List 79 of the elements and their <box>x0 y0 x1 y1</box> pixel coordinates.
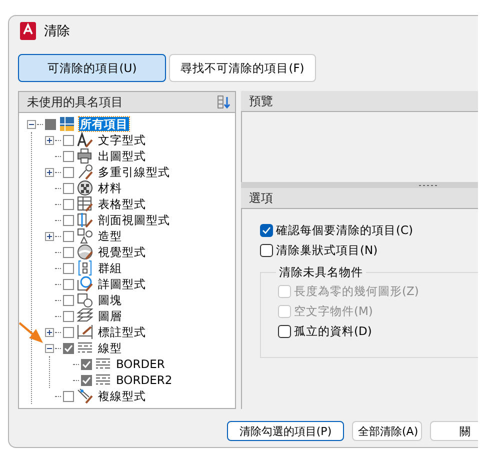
tree-checkbox[interactable] <box>81 374 92 386</box>
checkbox-label: 空文字物件(M) <box>294 304 373 319</box>
tree-checkbox[interactable] <box>63 198 74 210</box>
checkbox[interactable] <box>260 244 273 257</box>
section-view-icon <box>77 212 93 228</box>
expand-icon[interactable] <box>45 136 54 144</box>
sort-icon[interactable] <box>217 95 231 109</box>
tree-item[interactable]: BORDER2 <box>115 373 174 387</box>
tree-item[interactable]: 材料 <box>97 181 123 195</box>
grip-icon[interactable] <box>418 184 438 186</box>
shapes-icon <box>77 228 93 244</box>
window-title: 清除 <box>44 23 70 40</box>
multiline-icon <box>77 388 93 404</box>
tree-item[interactable]: BORDER <box>115 357 166 371</box>
checkbox-label: 長度為零的幾何圖形(Z) <box>294 284 419 299</box>
tab[interactable]: 可清除的項目(U) <box>18 54 166 82</box>
header-title: 選項 <box>249 190 273 206</box>
tree-checkbox[interactable] <box>45 118 56 130</box>
tree-checkbox[interactable] <box>63 390 74 402</box>
tree-checkbox[interactable] <box>63 214 74 226</box>
expand-icon[interactable] <box>45 168 54 176</box>
tree-checkbox[interactable] <box>63 150 74 162</box>
dialog-button[interactable]: 清除勾選的項目(P) <box>227 421 344 441</box>
checkbox-label: 清除巢狀式項目(N) <box>276 243 378 258</box>
tree-checkbox[interactable] <box>81 358 92 370</box>
header-title: 預覽 <box>249 92 273 110</box>
group-label: 清除未具名物件 <box>278 265 364 280</box>
tree-checkbox[interactable] <box>63 246 74 258</box>
tree-checkbox[interactable] <box>63 230 74 242</box>
header-title: 未使用的具名項目 <box>27 94 123 110</box>
tree-item[interactable]: 詳圖型式 <box>97 277 147 291</box>
app-icon <box>20 22 36 40</box>
group-icon <box>77 260 93 276</box>
tree-item[interactable]: 表格型式 <box>97 197 147 211</box>
visual-style-icon <box>77 244 93 260</box>
checkbox[interactable] <box>278 325 291 338</box>
tree-checkbox[interactable] <box>63 342 74 354</box>
checkbox[interactable] <box>260 224 273 237</box>
expand-icon[interactable] <box>45 232 54 240</box>
material-sphere-icon <box>77 180 93 196</box>
checkbox-label: 確認每個要清除的項目(C) <box>276 223 414 238</box>
tree-item[interactable]: 所有項目 <box>79 117 129 131</box>
detail-view-icon <box>77 276 93 292</box>
tree-item[interactable]: 群組 <box>97 261 123 275</box>
tree-item[interactable]: 文字型式 <box>97 133 147 147</box>
tree-item[interactable]: 多重引線型式 <box>97 165 171 179</box>
dialog-button[interactable]: 關 <box>430 421 478 441</box>
tree-item[interactable]: 標註型式 <box>97 325 147 339</box>
pointer-arrow <box>19 319 45 345</box>
tree-checkbox[interactable] <box>63 294 74 306</box>
tree-item[interactable]: 圖塊 <box>97 293 123 307</box>
tree-checkbox[interactable] <box>63 166 74 178</box>
tree-checkbox[interactable] <box>63 262 74 274</box>
text-style-icon <box>77 132 93 148</box>
tree-item[interactable]: 線型 <box>97 341 123 355</box>
tree-checkbox[interactable] <box>63 326 74 338</box>
block-icon <box>77 292 93 308</box>
checkbox-label: 孤立的資料(D) <box>294 324 372 339</box>
drawing-icon <box>59 116 75 132</box>
tree-item[interactable]: 圖層 <box>97 309 123 323</box>
printer-icon <box>77 148 93 164</box>
tree-checkbox[interactable] <box>63 310 74 322</box>
tree-item[interactable]: 剖面視圖型式 <box>97 213 171 227</box>
dimension-icon <box>77 324 93 340</box>
tree-item[interactable]: 造型 <box>97 229 123 243</box>
tree-checkbox[interactable] <box>63 278 74 290</box>
expand-icon[interactable] <box>45 328 54 336</box>
leader-icon <box>77 164 93 180</box>
layers-icon <box>77 308 93 324</box>
tab[interactable]: 尋找不可清除的項目(F) <box>169 54 316 82</box>
tree-item[interactable]: 視覺型式 <box>97 245 147 259</box>
tree-checkbox[interactable] <box>63 134 74 146</box>
collapse-icon[interactable] <box>27 120 36 128</box>
dialog-button[interactable]: 全部清除(A) <box>352 421 422 441</box>
collapse-icon[interactable] <box>45 344 54 352</box>
tree-item[interactable]: 出圖型式 <box>97 149 147 163</box>
tree-checkbox[interactable] <box>63 182 74 194</box>
tree-item[interactable]: 複線型式 <box>97 389 147 403</box>
table-icon <box>77 196 93 212</box>
